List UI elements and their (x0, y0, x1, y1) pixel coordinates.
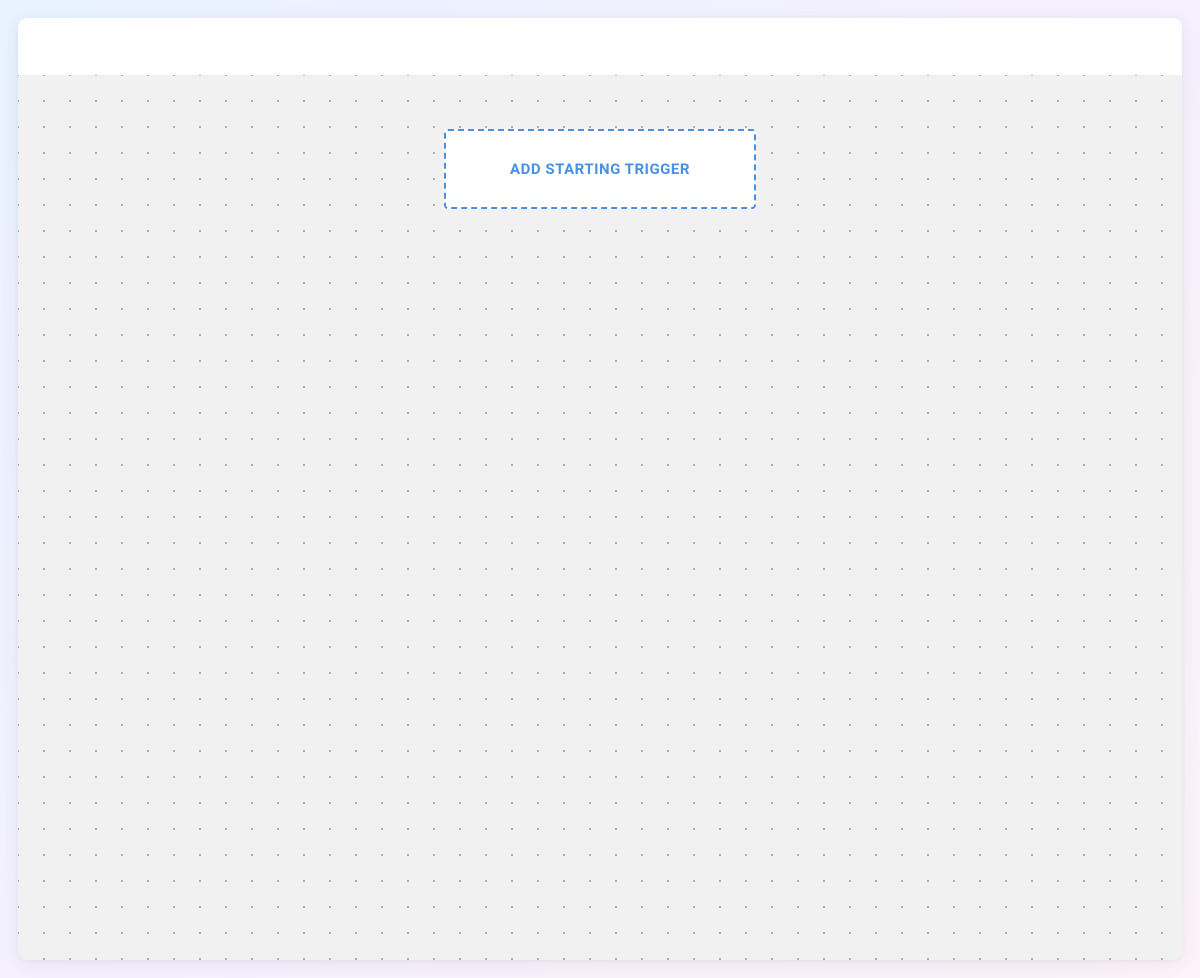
workflow-editor-panel: ADD STARTING TRIGGER (18, 18, 1182, 960)
workflow-canvas[interactable]: ADD STARTING TRIGGER (18, 75, 1182, 960)
trigger-button-label: ADD STARTING TRIGGER (510, 160, 690, 178)
add-starting-trigger-button[interactable]: ADD STARTING TRIGGER (444, 129, 756, 209)
top-bar (18, 18, 1182, 75)
